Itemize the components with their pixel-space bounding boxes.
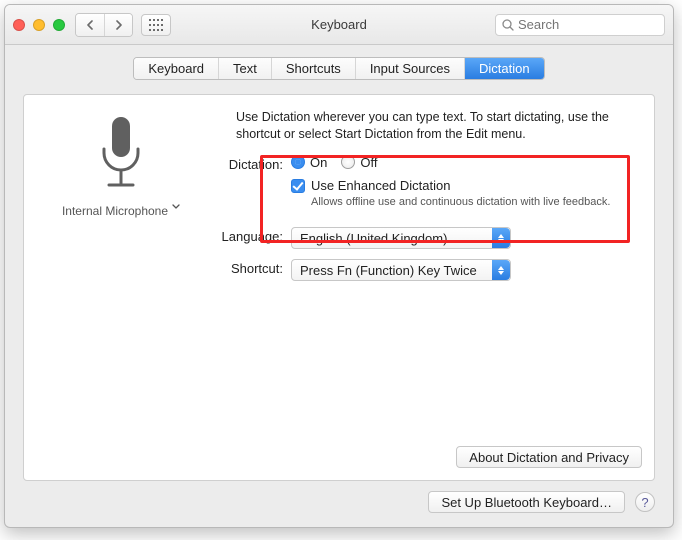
search-field[interactable] <box>495 14 665 36</box>
minimize-window-button[interactable] <box>33 19 45 31</box>
zoom-window-button[interactable] <box>53 19 65 31</box>
tab-label: Shortcuts <box>286 61 341 76</box>
shortcut-select[interactable]: Press Fn (Function) Key Twice <box>291 259 511 281</box>
tab-bar: Keyboard Text Shortcuts Input Sources Di… <box>133 57 544 80</box>
intro-text: Use Dictation wherever you can type text… <box>236 109 632 143</box>
stepper-arrows-icon <box>492 260 510 280</box>
search-input[interactable] <box>518 17 658 32</box>
chevron-down-icon <box>172 204 180 210</box>
language-value: English (United Kingdom) <box>300 231 492 246</box>
show-all-button[interactable] <box>141 14 171 36</box>
back-button[interactable] <box>76 14 104 36</box>
microphone-icon <box>94 115 148 195</box>
tab-label: Dictation <box>479 61 530 76</box>
enhanced-dictation-description: Allows offline use and continuous dictat… <box>311 195 610 209</box>
nav-segmented <box>75 13 133 37</box>
microphone-name: Internal Microphone <box>62 204 168 218</box>
dictation-on-radio[interactable]: On <box>291 155 327 170</box>
microphone-selector[interactable]: Internal Microphone <box>62 204 180 218</box>
chevron-right-icon <box>115 20 123 30</box>
forward-button[interactable] <box>104 14 132 36</box>
tab-dictation[interactable]: Dictation <box>464 58 544 79</box>
about-dictation-button[interactable]: About Dictation and Privacy <box>456 446 642 468</box>
settings-column: Use Dictation wherever you can type text… <box>196 109 632 291</box>
dictation-pane: Internal Microphone Use Dictation wherev… <box>23 94 655 481</box>
help-button[interactable]: ? <box>635 492 655 512</box>
radio-label: Off <box>360 155 377 170</box>
dictation-off-input[interactable] <box>341 155 355 169</box>
stepper-arrows-icon <box>492 228 510 248</box>
radio-label: On <box>310 155 327 170</box>
search-icon <box>502 19 514 31</box>
language-label: Language: <box>196 227 291 244</box>
button-label: Set Up Bluetooth Keyboard… <box>441 495 612 510</box>
help-icon: ? <box>641 495 648 510</box>
dictation-label: Dictation: <box>196 155 291 172</box>
tab-shortcuts[interactable]: Shortcuts <box>271 58 355 79</box>
button-label: About Dictation and Privacy <box>469 450 629 465</box>
close-window-button[interactable] <box>13 19 25 31</box>
tab-keyboard[interactable]: Keyboard <box>134 58 218 79</box>
microphone-column: Internal Microphone <box>46 109 196 218</box>
titlebar: Keyboard <box>5 5 673 45</box>
shortcut-value: Press Fn (Function) Key Twice <box>300 263 492 278</box>
dictation-off-radio[interactable]: Off <box>341 155 377 170</box>
enhanced-dictation-label: Use Enhanced Dictation <box>311 178 610 193</box>
bottom-bar: Set Up Bluetooth Keyboard… ? <box>23 491 655 513</box>
traffic-lights <box>13 19 65 31</box>
language-select[interactable]: English (United Kingdom) <box>291 227 511 249</box>
chevron-left-icon <box>86 20 94 30</box>
grid-icon <box>149 19 163 31</box>
enhanced-dictation-checkbox[interactable] <box>291 179 305 193</box>
tab-label: Text <box>233 61 257 76</box>
content: Keyboard Text Shortcuts Input Sources Di… <box>5 45 673 527</box>
tab-input-sources[interactable]: Input Sources <box>355 58 464 79</box>
setup-bluetooth-keyboard-button[interactable]: Set Up Bluetooth Keyboard… <box>428 491 625 513</box>
tab-text[interactable]: Text <box>218 58 271 79</box>
shortcut-label: Shortcut: <box>196 259 291 276</box>
tab-label: Keyboard <box>148 61 204 76</box>
dictation-on-input[interactable] <box>291 155 305 169</box>
preferences-window: Keyboard Keyboard Text Shortcuts Input S… <box>4 4 674 528</box>
tab-label: Input Sources <box>370 61 450 76</box>
